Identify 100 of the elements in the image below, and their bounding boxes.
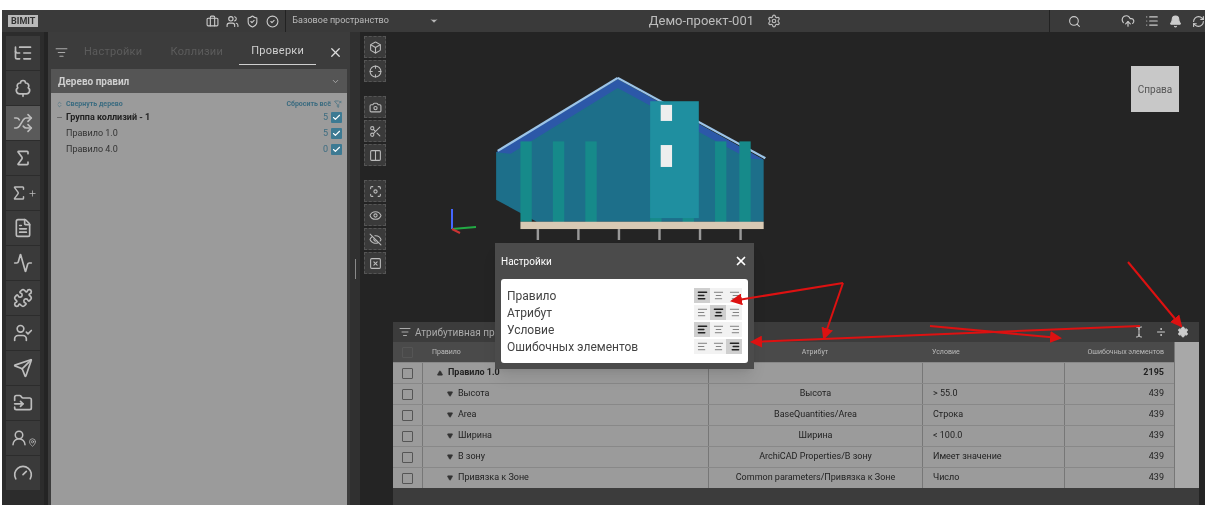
checkbox[interactable] xyxy=(331,112,342,123)
clear-button[interactable] xyxy=(364,252,386,274)
scissors-icon xyxy=(368,124,382,138)
align-right-icon xyxy=(728,290,740,301)
menu-icon[interactable] xyxy=(399,326,411,338)
zoom-extents-button[interactable] xyxy=(364,36,386,58)
cube-icon xyxy=(368,40,382,54)
menu-icon[interactable] xyxy=(55,45,68,59)
align-left-icon xyxy=(696,324,708,335)
rail-button[interactable] xyxy=(6,351,40,385)
puzzle-icon xyxy=(13,288,33,308)
check-circle-icon[interactable] xyxy=(266,14,280,28)
caret-down-icon[interactable] xyxy=(447,412,453,418)
split-view-button[interactable] xyxy=(364,144,386,166)
panel-tab[interactable]: Проверки xyxy=(239,39,317,65)
rules-tree-dropdown[interactable]: Дерево правил xyxy=(51,69,347,93)
align-right-icon xyxy=(728,324,740,335)
rail-button[interactable] xyxy=(6,211,40,245)
camera-icon xyxy=(368,100,382,114)
table-cell: > 55.0 xyxy=(933,387,958,401)
tree-item-label[interactable]: Группа коллизий - 1 xyxy=(66,110,151,125)
text-height-icon[interactable] xyxy=(1133,326,1145,338)
table-cell: Common parameters/Привязка к Зоне xyxy=(735,471,896,485)
tree-item-label[interactable]: Правило 1.0 xyxy=(66,126,118,141)
eye-icon xyxy=(368,208,382,222)
workspace-dropdown[interactable]: Базовое пространство xyxy=(286,14,439,28)
table-cell: 439 xyxy=(1148,408,1164,422)
shield-icon[interactable] xyxy=(246,14,260,28)
align-right-icon xyxy=(728,307,740,318)
rail-button[interactable] xyxy=(6,386,40,420)
search-icon[interactable] xyxy=(1068,14,1081,28)
table-cell: 439 xyxy=(1148,471,1164,485)
hide-button[interactable] xyxy=(364,228,386,250)
table-cell: Area xyxy=(458,408,477,422)
gauge-icon xyxy=(13,463,33,483)
section-button[interactable] xyxy=(364,120,386,142)
divide-icon[interactable] xyxy=(1155,326,1167,338)
checkbox[interactable] xyxy=(402,388,413,400)
checkbox[interactable] xyxy=(402,451,413,463)
camera-button[interactable] xyxy=(364,96,386,118)
shuffle-icon xyxy=(13,113,33,133)
close-icon[interactable] xyxy=(734,254,748,268)
rail-button[interactable] xyxy=(6,316,40,350)
table-cell: Ширина xyxy=(798,429,833,443)
show-button[interactable] xyxy=(364,204,386,226)
cloud-upload-icon[interactable] xyxy=(1121,14,1135,28)
list-icon[interactable] xyxy=(1145,14,1159,28)
table-cell: Число xyxy=(933,471,960,485)
crosshair-icon xyxy=(368,64,382,78)
focus-button[interactable] xyxy=(364,60,386,82)
tree-item-count: 5 xyxy=(322,110,328,124)
rail-button[interactable] xyxy=(6,421,40,455)
checkbox[interactable] xyxy=(331,144,342,155)
settings-icon[interactable] xyxy=(767,14,781,28)
align-left-icon xyxy=(696,290,708,301)
checkbox[interactable] xyxy=(402,409,413,421)
caret-down-icon[interactable] xyxy=(447,454,453,460)
rail-button[interactable] xyxy=(6,141,40,175)
align-left-button[interactable] xyxy=(694,322,710,337)
caret-up-icon[interactable] xyxy=(437,370,443,376)
align-left-button[interactable] xyxy=(694,288,710,303)
caret-down-icon[interactable] xyxy=(447,433,453,439)
tree-list-icon xyxy=(13,43,33,63)
setting-label: Ошибочных элементов xyxy=(507,338,639,356)
refresh-icon[interactable] xyxy=(1192,14,1205,28)
rail-button[interactable] xyxy=(6,456,40,490)
tree-item-label[interactable]: Правило 4.0 xyxy=(66,142,118,157)
align-center-button[interactable] xyxy=(710,305,726,320)
checkbox[interactable] xyxy=(402,430,413,442)
view-cube[interactable]: Справа xyxy=(1131,66,1179,112)
rail-button[interactable] xyxy=(6,71,40,105)
user-pin-icon xyxy=(9,429,37,447)
align-right-button[interactable] xyxy=(726,339,742,354)
table-cell: В зону xyxy=(458,450,485,464)
wave-lines-icon xyxy=(13,253,33,273)
dialog-title: Настройки xyxy=(501,254,552,269)
briefcase-icon[interactable] xyxy=(206,14,220,28)
table-cell: 439 xyxy=(1148,387,1164,401)
rail-button[interactable] xyxy=(6,176,40,210)
rail-button[interactable] xyxy=(6,281,40,315)
rail-button[interactable] xyxy=(6,36,40,70)
align-left-icon xyxy=(696,307,708,318)
bell-icon[interactable] xyxy=(1169,14,1182,28)
setting-label: Атрибут xyxy=(507,304,553,322)
caret-down-icon[interactable] xyxy=(447,475,453,481)
setting-label: Правило xyxy=(507,287,557,305)
checkbox[interactable] xyxy=(331,128,342,139)
rail-button[interactable] xyxy=(6,246,40,280)
app-logo[interactable]: BIMIT xyxy=(8,15,39,27)
table-cell: < 100.0 xyxy=(933,429,963,443)
filter-clear-icon xyxy=(334,100,342,109)
caret-down-icon[interactable] xyxy=(447,391,453,397)
settings-icon[interactable] xyxy=(1177,326,1189,338)
rail-button[interactable] xyxy=(6,106,40,140)
users-icon[interactable] xyxy=(226,14,240,28)
checkbox[interactable] xyxy=(402,472,413,484)
table-cell: ArchiCAD Properties/В зону xyxy=(759,450,872,464)
isolate-button[interactable] xyxy=(364,180,386,202)
checkbox[interactable] xyxy=(402,367,413,379)
tree-icon xyxy=(13,78,33,98)
